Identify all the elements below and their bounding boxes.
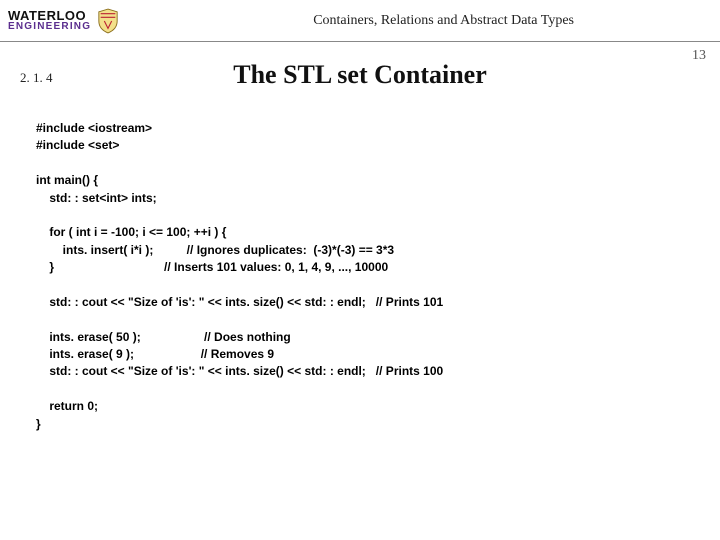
shield-icon (97, 8, 119, 34)
logo-block: WATERLOO ENGINEERING (8, 8, 119, 34)
code-block: #include <iostream> #include <set> int m… (0, 90, 720, 433)
logo-bottom: ENGINEERING (8, 22, 91, 32)
section-number: 2. 1. 4 (20, 70, 53, 86)
logo-text: WATERLOO ENGINEERING (8, 10, 91, 32)
page-number: 13 (692, 48, 706, 64)
chapter-title: Containers, Relations and Abstract Data … (119, 13, 708, 29)
header: WATERLOO ENGINEERING Containers, Relatio… (0, 0, 720, 42)
slide-title: The STL set Container (0, 60, 720, 90)
